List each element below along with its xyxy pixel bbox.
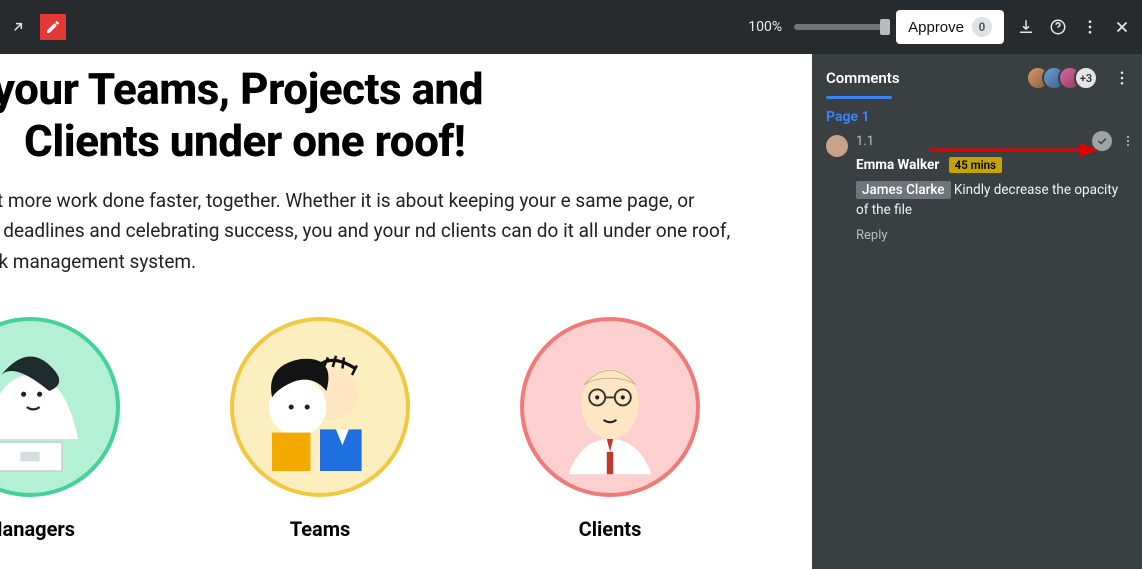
top-toolbar: 100% Approve 0 (0, 0, 1142, 54)
teams-illustration (230, 317, 410, 497)
title-line-2: Clients under one roof! (0, 116, 782, 168)
zoom-slider-thumb[interactable] (880, 19, 890, 35)
more-icon[interactable] (1080, 17, 1100, 37)
clients-illustration (520, 317, 700, 497)
zoom-slider[interactable] (794, 24, 884, 30)
page-subtitle: ub you can get more work done faster, to… (0, 186, 732, 277)
edit-tool-icon[interactable] (40, 14, 66, 40)
persona-cards: Managers Teams (0, 317, 812, 541)
card-clients: Clients (520, 317, 700, 541)
title-line-1: All your Teams, Projects and (0, 63, 483, 115)
comment-item[interactable]: 1.1 Emma Walker 45 mins James Clarke Kin… (812, 129, 1142, 251)
open-external-icon[interactable] (10, 19, 26, 35)
approve-label: Approve (908, 19, 964, 36)
page-group-label[interactable]: Page 1 (812, 99, 1142, 129)
managers-illustration (0, 317, 120, 497)
mention-chip[interactable]: James Clarke (856, 181, 951, 199)
avatar-overflow[interactable]: +3 (1074, 66, 1098, 90)
comment-time: 45 mins (949, 157, 1002, 173)
card-teams: Teams (230, 317, 410, 541)
card-managers: Managers (0, 317, 120, 541)
comments-tab[interactable]: Comments (826, 69, 900, 87)
comment-more-icon[interactable] (1120, 131, 1136, 151)
resolve-icon[interactable] (1092, 131, 1112, 151)
reply-button[interactable]: Reply (856, 227, 888, 246)
card-label: Managers (0, 517, 75, 541)
approve-button[interactable]: Approve 0 (896, 10, 1004, 44)
comment-number: 1.1 (856, 133, 1132, 152)
zoom-level: 100% (748, 19, 782, 35)
panel-more-icon[interactable] (1112, 68, 1132, 88)
collaborator-avatars[interactable]: +3 (1026, 66, 1098, 90)
card-label: Clients (579, 517, 642, 541)
comment-author: Emma Walker (856, 157, 939, 173)
document-canvas: All your Teams, Projects and Clients und… (0, 54, 812, 569)
close-icon[interactable] (1112, 17, 1132, 37)
page-title: All your Teams, Projects and Clients und… (0, 64, 782, 168)
help-icon[interactable] (1048, 17, 1068, 37)
comments-panel: Comments +3 Page 1 1.1 Emma Walker 45 mi… (812, 54, 1142, 569)
download-icon[interactable] (1016, 17, 1036, 37)
comment-avatar (826, 135, 848, 157)
approve-count: 0 (972, 17, 992, 37)
card-label: Teams (290, 517, 351, 541)
